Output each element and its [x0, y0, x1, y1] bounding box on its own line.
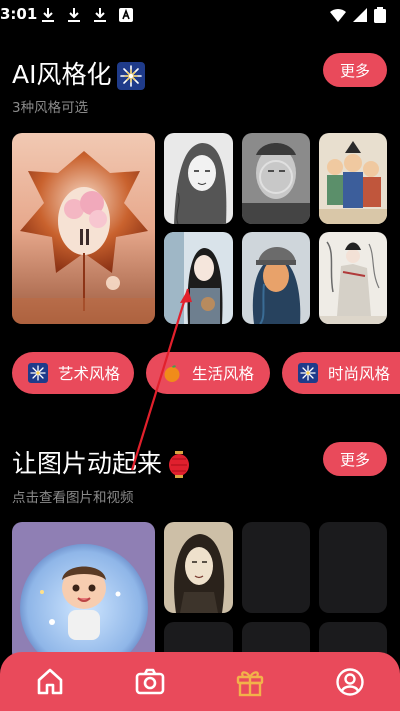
- style-sample-image[interactable]: [242, 232, 310, 324]
- sparkle-firework-icon: [117, 62, 146, 90]
- chip-art-style[interactable]: 艺术风格: [12, 352, 134, 394]
- section-subtitle-ai: 3种风格可选: [12, 100, 89, 116]
- status-bar: 3:01: [0, 0, 400, 30]
- sparkle-firework-icon: [28, 363, 48, 383]
- home-icon[interactable]: [34, 666, 66, 698]
- style-sample-image[interactable]: [164, 133, 233, 224]
- animate-placeholder: [319, 522, 387, 613]
- more-button-ai[interactable]: 更多: [323, 53, 387, 87]
- battery-icon: [374, 7, 386, 23]
- status-time: 3:01: [0, 5, 38, 23]
- style-sample-image[interactable]: [319, 232, 387, 324]
- chip-label: 艺术风格: [58, 365, 121, 383]
- section-title-animate: 让图片动起来: [12, 444, 190, 480]
- chip-life-style[interactable]: 生活风格: [146, 352, 270, 394]
- download-icon: [42, 8, 54, 22]
- camera-icon[interactable]: [134, 666, 166, 698]
- wifi-icon: [330, 8, 346, 22]
- animate-featured-image[interactable]: [12, 522, 155, 662]
- style-sample-image[interactable]: [319, 133, 387, 224]
- download-icon: [94, 8, 106, 22]
- section-title-ai-text: AI风格化: [12, 60, 112, 89]
- animate-sample-image[interactable]: [164, 522, 233, 613]
- chip-label: 时尚风格: [328, 365, 391, 383]
- style-sample-image[interactable]: [242, 133, 310, 224]
- orange-fruit-icon: [164, 365, 180, 382]
- chip-label: 生活风格: [192, 365, 255, 383]
- chip-fashion-style[interactable]: 时尚风格: [282, 352, 400, 394]
- more-button-animate[interactable]: 更多: [323, 442, 387, 476]
- bottom-navigation: [0, 652, 400, 711]
- section-subtitle-animate: 点击查看图片和视频: [12, 490, 134, 506]
- featured-style-image[interactable]: [12, 133, 155, 324]
- download-icon: [68, 8, 80, 22]
- section-title-animate-text: 让图片动起来: [12, 449, 163, 478]
- red-lantern-icon: [169, 451, 190, 478]
- animate-placeholder: [242, 522, 310, 613]
- font-a-icon: [119, 8, 133, 22]
- sparkle-firework-icon: [298, 363, 318, 383]
- profile-icon[interactable]: [334, 666, 366, 698]
- gift-icon[interactable]: [234, 666, 266, 698]
- style-sample-image[interactable]: [164, 232, 233, 324]
- section-title-ai: AI风格化: [12, 55, 146, 91]
- signal-icon: [353, 8, 367, 22]
